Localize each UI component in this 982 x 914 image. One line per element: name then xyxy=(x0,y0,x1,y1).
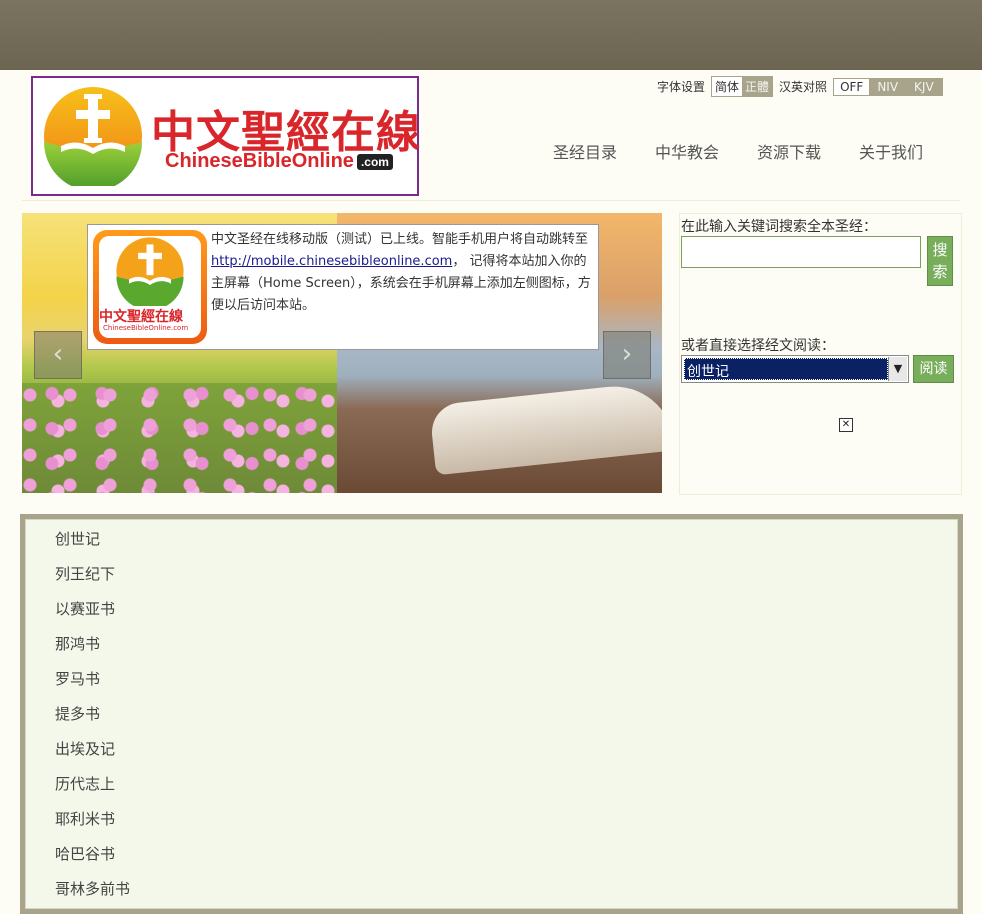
slider-prev-button[interactable]: ‹ xyxy=(34,331,82,379)
search-input[interactable] xyxy=(681,236,921,268)
book-select[interactable]: 创世记 ▼ xyxy=(681,355,909,383)
chevron-right-icon: › xyxy=(621,339,633,369)
nav-about-us[interactable]: 关于我们 xyxy=(859,139,923,163)
compare-toggle: OFF NIV KJV xyxy=(833,77,943,96)
book-select-value: 创世记 xyxy=(684,358,888,380)
search-label: 在此输入关键词搜索全本圣经： xyxy=(681,219,877,235)
main-nav: 圣经目录 中华教会 资源下载 关于我们 xyxy=(553,139,923,163)
app-icon-cn-text: 中文聖經在線 xyxy=(99,309,183,325)
mobile-notice-text: 中文圣经在线移动版（测试）已上线。智能手机用户将自动跳转至 http://mob… xyxy=(211,232,591,313)
header-divider xyxy=(22,200,960,201)
book-list-panel: 创世记 列王纪下 以赛亚书 那鸿书 罗马书 提多书 出埃及记 历代志上 耶利米书… xyxy=(20,514,963,914)
top-bar xyxy=(0,0,982,70)
compare-option-niv[interactable]: NIV xyxy=(869,78,907,95)
font-toggle: 简体 正體 xyxy=(711,76,774,97)
font-option-simplified[interactable]: 简体 xyxy=(712,77,743,96)
display-settings: 字体设置 简体 正體 汉英对照 OFF NIV KJV xyxy=(657,76,949,97)
logo-english-text: ChineseBibleOnline .com xyxy=(165,150,393,173)
font-setting-label: 字体设置 xyxy=(657,80,706,94)
bible-emblem-icon xyxy=(44,87,142,186)
nav-chinese-church[interactable]: 中华教会 xyxy=(655,139,719,163)
chevron-left-icon: ‹ xyxy=(52,339,64,369)
mobile-site-link[interactable]: http://mobile.chinesebibleonline.com xyxy=(211,254,452,269)
compare-setting-label: 汉英对照 xyxy=(779,80,828,94)
nav-downloads[interactable]: 资源下载 xyxy=(757,139,821,163)
mobile-notice-popup: 中文聖經在線 ChineseBibleOnline.com 中文圣经在线移动版（… xyxy=(87,224,599,350)
app-icon-en-text: ChineseBibleOnline.com xyxy=(103,324,189,332)
search-button[interactable]: 搜索 xyxy=(927,236,953,286)
search-panel: 在此输入关键词搜索全本圣经： 搜索 或者直接选择经文阅读： 创世记 ▼ 阅读 ✕ xyxy=(679,213,962,495)
close-icon[interactable]: ✕ xyxy=(839,418,853,432)
logo-com-badge: .com xyxy=(356,153,393,170)
read-button[interactable]: 阅读 xyxy=(913,355,954,383)
slider-next-button[interactable]: › xyxy=(603,331,651,379)
chevron-down-icon: ▼ xyxy=(888,357,907,381)
read-label: 或者直接选择经文阅读： xyxy=(681,338,835,354)
slide-image-flowers xyxy=(22,383,337,493)
compare-option-kjv[interactable]: KJV xyxy=(906,78,942,95)
app-emblem-icon xyxy=(116,237,184,306)
site-logo[interactable]: 中文聖經在線 ChineseBibleOnline .com xyxy=(31,76,420,196)
app-icon: 中文聖經在線 ChineseBibleOnline.com xyxy=(93,230,207,344)
compare-option-off[interactable]: OFF xyxy=(834,78,870,95)
font-option-traditional[interactable]: 正體 xyxy=(742,77,773,96)
nav-bible-index[interactable]: 圣经目录 xyxy=(553,139,617,163)
